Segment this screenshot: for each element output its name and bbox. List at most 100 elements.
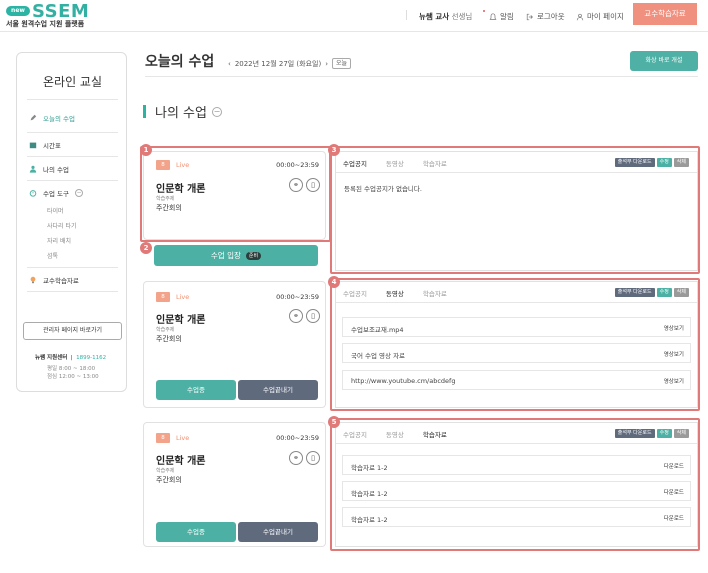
prev-date-icon[interactable]: ‹ [228, 60, 231, 68]
end-class-button[interactable]: 수업끝내기 [238, 380, 318, 400]
alarm-link[interactable]: 알림 [489, 11, 514, 22]
sidebar-item-label: 교수학습자료 [43, 277, 79, 285]
alarm-label: 알림 [500, 12, 514, 21]
tool-seating[interactable]: 자리 배치 [47, 236, 71, 245]
highlight-box-4 [330, 278, 700, 411]
sidebar-divider [27, 132, 118, 133]
logo-badge: new [6, 6, 30, 16]
section-title: 나의 수업 − [143, 102, 222, 121]
class-card: 8 Live 00:00~23:59 인문학 개론 학습주제 주간회의 ⚭ ▯ … [143, 422, 326, 547]
in-class-button[interactable]: 수업중 [156, 380, 236, 400]
phone-icon: ▯ [311, 454, 315, 462]
page-title: 오늘의 수업 [145, 54, 215, 70]
link-button[interactable]: ⚭ [289, 451, 303, 465]
pencil-icon [30, 114, 37, 121]
calendar-icon [29, 142, 37, 149]
app-root: new SSEM 서울 원격수업 지원 플랫폼 뉴쌤 교사 선생님 알림 로그아… [0, 0, 708, 573]
class-time: 00:00~23:59 [276, 434, 319, 442]
sidebar-divider [27, 156, 118, 157]
class-name: 인문학 개론 [156, 456, 206, 467]
sidebar-divider [27, 99, 118, 100]
link-icon: ⚭ [293, 312, 299, 320]
sidebar: 온라인 교실 오늘의 수업 시간표 나의 수업 수업 도구 − 타이머 사다리 … [16, 52, 127, 392]
collapse-icon[interactable]: − [75, 189, 83, 197]
section-title-label: 나의 수업 [155, 106, 207, 121]
class-name: 인문학 개론 [156, 315, 206, 326]
sidebar-item-materials[interactable]: 교수학습자료 [29, 275, 79, 285]
support-hours-weekday: 평일 8:00 ~ 18:00 [47, 366, 96, 372]
marker-4: 4 [328, 276, 340, 288]
tool-ladder[interactable]: 사다리 타기 [47, 221, 77, 230]
support-phone: 1899-1162 [76, 355, 107, 361]
date-navigator: ‹ 2022년 12월 27일 (화요일) › 오늘 [228, 58, 352, 69]
sidebar-item-tools[interactable]: 수업 도구 − [29, 188, 83, 198]
alarm-dot [483, 10, 485, 12]
logout-icon [526, 13, 533, 20]
logo-subtitle: 서울 원격수업 지원 플랫폼 [6, 20, 85, 28]
marker-5: 5 [328, 416, 340, 428]
class-topic-tag: 학습주제 [156, 327, 175, 333]
mobile-button[interactable]: ▯ [306, 451, 320, 465]
open-video-room-button[interactable]: 화상 바로 개설 [630, 51, 698, 71]
user-suffix: 선생님 [451, 12, 473, 21]
sidebar-item-timetable[interactable]: 시간표 [29, 140, 61, 150]
next-date-icon[interactable]: › [325, 60, 328, 68]
mypage-link[interactable]: 마이 페이지 [576, 11, 624, 22]
sidebar-divider [27, 291, 118, 292]
period-badge: 8 [156, 433, 170, 443]
ready-pill: 준비 [245, 252, 262, 260]
sidebar-item-today[interactable]: 오늘의 수업 [29, 113, 75, 123]
header-divider [406, 10, 407, 20]
timer-icon [29, 190, 37, 197]
sidebar-divider [27, 180, 118, 181]
class-time: 00:00~23:59 [276, 293, 319, 301]
marker-3: 3 [328, 144, 340, 156]
user-name: 뉴쌤 교사 [419, 12, 450, 21]
phone-icon: ▯ [311, 312, 315, 320]
highlight-box-1 [140, 146, 331, 242]
class-meeting: 주간회의 [156, 476, 182, 484]
title-divider [145, 76, 698, 77]
enter-class-button[interactable]: 수업 입장 준비 [154, 245, 318, 266]
support-center-label: 뉴쌤 지원센터 [35, 355, 68, 361]
user-icon [576, 13, 584, 20]
top-header: new SSEM 서울 원격수업 지원 플랫폼 뉴쌤 교사 선생님 알림 로그아… [0, 0, 708, 32]
support-center: 뉴쌤 지원센터 | 1899-1162 [35, 355, 107, 361]
sidebar-item-myclass[interactable]: 나의 수업 [29, 164, 69, 174]
tool-seomtalk[interactable]: 섬톡 [47, 251, 58, 260]
sidebar-item-label: 오늘의 수업 [43, 115, 75, 123]
marker-2: 2 [140, 242, 152, 254]
link-button[interactable]: ⚭ [289, 309, 303, 323]
support-hours-lunch: 점심 12:00 ~ 13:00 [47, 374, 99, 380]
period-badge: 8 [156, 292, 170, 302]
bell-icon [489, 12, 497, 20]
enter-class-label: 수업 입장 [210, 251, 241, 260]
class-card: 8 Live 00:00~23:59 인문학 개론 학습주제 주간회의 ⚭ ▯ … [143, 281, 326, 408]
in-class-button[interactable]: 수업중 [156, 522, 236, 542]
sidebar-item-label: 시간표 [43, 142, 61, 150]
logout-label: 로그아웃 [537, 12, 565, 21]
sidebar-title: 온라인 교실 [42, 75, 102, 89]
today-button[interactable]: 오늘 [332, 58, 352, 69]
collapse-icon[interactable]: − [211, 106, 222, 117]
person-icon [29, 165, 37, 173]
live-label: Live [176, 434, 190, 442]
mobile-button[interactable]: ▯ [306, 309, 320, 323]
class-meeting: 주간회의 [156, 335, 182, 343]
live-label: Live [176, 293, 190, 301]
highlight-box-3 [330, 146, 700, 274]
current-date: 2022년 12월 27일 (화요일) [234, 59, 322, 68]
admin-page-button[interactable]: 관리자 페이지 바로가기 [23, 322, 122, 340]
materials-button[interactable]: 교수학습자료 [633, 3, 697, 25]
link-icon: ⚭ [293, 454, 299, 462]
tool-timer[interactable]: 타이머 [47, 206, 64, 215]
logout-link[interactable]: 로그아웃 [526, 11, 565, 22]
end-class-button[interactable]: 수업끝내기 [238, 522, 318, 542]
sidebar-item-label: 수업 도구 [43, 190, 69, 198]
mypage-label: 마이 페이지 [587, 12, 624, 21]
class-topic-tag: 학습주제 [156, 468, 175, 474]
marker-1: 1 [140, 144, 152, 156]
sidebar-item-label: 나의 수업 [43, 166, 69, 174]
sidebar-divider [27, 267, 118, 268]
bulb-icon [30, 276, 36, 284]
